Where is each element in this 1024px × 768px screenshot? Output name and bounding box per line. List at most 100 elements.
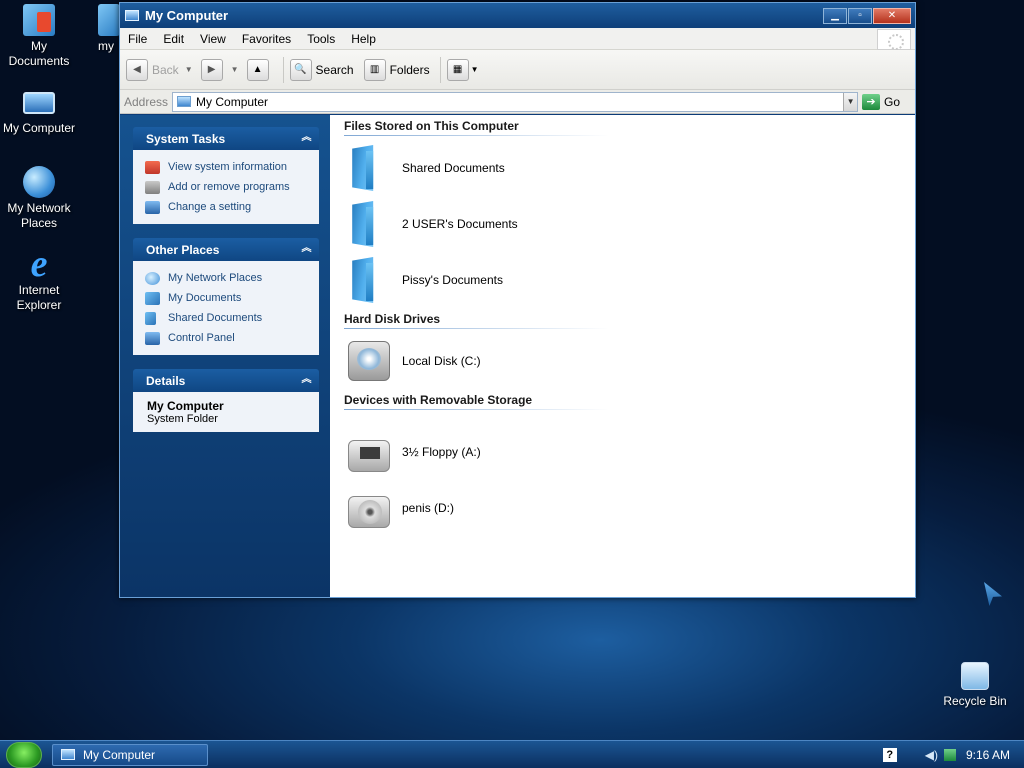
windows-throbber-icon bbox=[877, 29, 911, 50]
volume-icon[interactable]: ◀) bbox=[925, 748, 938, 762]
clock[interactable]: 9:16 AM bbox=[966, 748, 1010, 762]
menu-view[interactable]: View bbox=[192, 32, 234, 46]
my-documents-icon bbox=[23, 4, 55, 36]
search-icon: 🔍 bbox=[289, 58, 312, 81]
taskbar-button-my-computer[interactable]: My Computer bbox=[52, 743, 208, 766]
desktop-icon-recycle-bin[interactable]: Recycle Bin bbox=[936, 662, 1014, 709]
toolbar-separator bbox=[282, 56, 284, 83]
collapse-chevron-icon[interactable]: ︽ bbox=[300, 374, 313, 387]
floppy-drive-icon bbox=[348, 440, 390, 472]
link-shared-documents[interactable]: Shared Documents bbox=[145, 308, 319, 328]
list-item-pissy-documents[interactable]: Pissy's Documents bbox=[344, 252, 915, 308]
link-label: My Documents bbox=[168, 292, 242, 304]
list-item-shared-documents[interactable]: Shared Documents bbox=[344, 140, 915, 196]
folders-button[interactable]: ▥ Folders bbox=[363, 58, 430, 82]
address-value: My Computer bbox=[196, 94, 269, 109]
item-label: penis (D:) bbox=[402, 501, 455, 515]
toolbar: ◀ Back ▼ ▶ ▼ ▲ 🔍 Search ▥ Folders ▦ ▼ bbox=[120, 50, 915, 90]
title-bar[interactable]: My Computer ▁ ▫ ✕ bbox=[120, 3, 915, 28]
desktop-icon-internet-explorer[interactable]: e Internet Explorer bbox=[0, 245, 78, 313]
close-button[interactable]: ✕ bbox=[873, 7, 911, 24]
menu-bar: File Edit View Favorites Tools Help bbox=[120, 28, 915, 50]
desktop-icon-my-documents[interactable]: My Documents bbox=[0, 4, 78, 69]
address-bar: Address My Computer ▼ ➔ Go bbox=[120, 90, 915, 114]
cd-drive-icon bbox=[348, 496, 390, 528]
list-item-floppy[interactable]: 3½ Floppy (A:) bbox=[344, 424, 915, 480]
link-label: Change a setting bbox=[168, 201, 252, 213]
desktop-icon-label: My Network bbox=[7, 201, 71, 215]
toolbar-separator bbox=[439, 56, 441, 83]
list-item-user-documents[interactable]: 2 USER's Documents bbox=[344, 196, 915, 252]
details-body: My Computer System Folder bbox=[133, 392, 319, 432]
other-places-header[interactable]: Other Places ︽ bbox=[133, 238, 319, 261]
up-button[interactable]: ▲ bbox=[246, 58, 273, 82]
explorer-body: System Tasks ︽ View system information A… bbox=[120, 115, 915, 597]
desktop-icon-my-computer[interactable]: My Computer bbox=[0, 86, 78, 136]
menu-help[interactable]: Help bbox=[343, 32, 384, 46]
details-panel: Details ︽ My Computer System Folder bbox=[133, 369, 319, 432]
link-my-documents[interactable]: My Documents bbox=[145, 288, 319, 308]
collapse-chevron-icon[interactable]: ︽ bbox=[300, 132, 313, 145]
link-label: Shared Documents bbox=[168, 312, 263, 324]
system-tasks-panel: System Tasks ︽ View system information A… bbox=[133, 127, 319, 224]
collapse-chevron-icon[interactable]: ︽ bbox=[300, 243, 313, 256]
folders-label: Folders bbox=[389, 62, 430, 77]
list-item-local-disk[interactable]: Local Disk (C:) bbox=[344, 333, 915, 389]
up-arrow-icon: ▲ bbox=[246, 58, 269, 81]
network-globe-icon bbox=[145, 271, 160, 285]
desktop-icon-my[interactable]: my bbox=[98, 4, 120, 54]
desktop-icon-my-network-places[interactable]: My Network Places bbox=[0, 166, 78, 231]
menu-file[interactable]: File bbox=[120, 32, 155, 46]
desktop-icon-label: Recycle Bin bbox=[943, 694, 1007, 708]
system-tasks-header[interactable]: System Tasks ︽ bbox=[133, 127, 319, 150]
help-icon[interactable]: ? bbox=[882, 748, 897, 762]
link-add-remove-programs[interactable]: Add or remove programs bbox=[145, 177, 319, 197]
back-button[interactable]: ◀ Back bbox=[126, 58, 179, 82]
link-my-network-places[interactable]: My Network Places bbox=[145, 268, 319, 288]
item-label: Pissy's Documents bbox=[402, 273, 503, 287]
content-pane: Files Stored on This Computer Shared Doc… bbox=[330, 115, 915, 597]
control-panel-icon bbox=[145, 200, 160, 214]
search-label: Search bbox=[315, 62, 354, 77]
forward-button[interactable]: ▶ bbox=[200, 58, 227, 82]
section-title-files-stored: Files Stored on This Computer bbox=[344, 119, 608, 136]
computer-icon bbox=[177, 96, 192, 107]
other-places-list: My Network Places My Documents Shared Do… bbox=[133, 261, 319, 355]
network-status-icon[interactable] bbox=[943, 749, 956, 761]
back-dropdown-icon[interactable]: ▼ bbox=[185, 65, 193, 74]
network-globe-icon bbox=[23, 166, 55, 198]
add-remove-programs-icon bbox=[145, 180, 160, 194]
window-title: My Computer bbox=[145, 8, 229, 23]
menu-favorites[interactable]: Favorites bbox=[234, 32, 299, 46]
section-title-removable-storage: Devices with Removable Storage bbox=[344, 393, 608, 410]
link-change-setting[interactable]: Change a setting bbox=[145, 197, 319, 217]
start-button[interactable] bbox=[6, 741, 42, 768]
go-arrow-icon: ➔ bbox=[862, 93, 881, 110]
menu-edit[interactable]: Edit bbox=[155, 32, 192, 46]
list-item-cd-drive[interactable]: penis (D:) bbox=[344, 480, 915, 536]
desktop-icon-label: Internet bbox=[18, 283, 60, 297]
computer-icon bbox=[23, 92, 55, 114]
link-control-panel[interactable]: Control Panel bbox=[145, 328, 319, 348]
panel-title: Details bbox=[146, 373, 186, 388]
go-button[interactable]: ➔ Go bbox=[862, 93, 900, 110]
minimize-button[interactable]: ▁ bbox=[823, 7, 847, 24]
link-label: View system information bbox=[168, 161, 288, 173]
menu-tools[interactable]: Tools bbox=[299, 32, 343, 46]
address-input[interactable]: My Computer ▼ bbox=[172, 91, 859, 112]
desktop-icon-label: My Computer bbox=[2, 121, 76, 135]
details-header[interactable]: Details ︽ bbox=[133, 369, 319, 392]
search-button[interactable]: 🔍 Search bbox=[289, 58, 354, 82]
maximize-button[interactable]: ▫ bbox=[848, 7, 872, 24]
task-pane: System Tasks ︽ View system information A… bbox=[120, 115, 330, 597]
item-label: 3½ Floppy (A:) bbox=[402, 445, 481, 459]
recycle-bin-icon bbox=[961, 662, 989, 690]
forward-dropdown-icon[interactable]: ▼ bbox=[231, 65, 239, 74]
views-button[interactable]: ▦ ▼ bbox=[446, 58, 479, 82]
link-view-system-information[interactable]: View system information bbox=[145, 157, 319, 177]
computer-icon bbox=[125, 10, 139, 21]
link-label: Control Panel bbox=[168, 332, 235, 344]
desktop-icon-label: my bbox=[98, 39, 114, 53]
panel-title: System Tasks bbox=[146, 131, 226, 146]
address-dropdown-icon[interactable]: ▼ bbox=[843, 92, 858, 111]
